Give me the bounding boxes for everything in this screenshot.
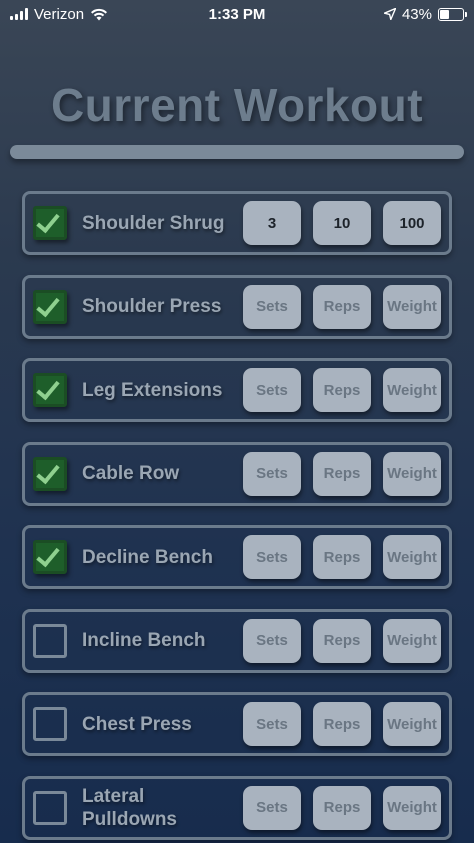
checkmark-icon (36, 375, 60, 401)
exercise-checkbox[interactable] (33, 456, 67, 491)
sets-field[interactable]: Sets (243, 785, 301, 830)
exercise-name: Decline Bench (82, 546, 213, 568)
wifi-icon (91, 8, 108, 20)
exercise-row: Incline Bench Sets Reps Weight (22, 608, 452, 673)
status-bar: Verizon 1:33 PM 43% (0, 0, 474, 28)
exercise-row: Shoulder Shrug 3 10 100 (22, 191, 452, 255)
reps-field[interactable]: Reps (313, 702, 371, 746)
sets-field[interactable]: Sets (243, 284, 301, 329)
exercise-name: Lateral Pulldowns (82, 785, 177, 830)
exercise-checkbox[interactable] (33, 540, 67, 574)
exercise-row: Chest Press Sets Reps Weight (22, 692, 452, 756)
reps-field[interactable]: Reps (313, 618, 371, 663)
exercise-row: Shoulder Press Sets Reps Weight (22, 274, 452, 339)
battery-level (440, 9, 450, 19)
exercise-row: Decline Bench Sets Reps Weight (22, 525, 452, 589)
exercise-name: Shoulder Press (82, 296, 222, 317)
sets-field[interactable]: Sets (243, 535, 301, 579)
reps-field[interactable]: Reps (313, 284, 371, 329)
exercise-row: Lateral Pulldowns Sets Reps Weight (22, 775, 452, 840)
carrier-label: Verizon (34, 5, 85, 23)
exercise-checkbox[interactable] (33, 373, 67, 407)
reps-field[interactable]: 10 (313, 201, 371, 245)
exercise-row: Leg Extensions Sets Reps Weight (22, 358, 452, 422)
exercise-name: Incline Bench (82, 630, 206, 651)
exercise-checkbox[interactable] (33, 206, 67, 240)
exercise-list: Shoulder Shrug 3 10 100 Shoulder Press Sets Re… (22, 191, 452, 843)
exercise-checkbox[interactable] (33, 289, 67, 324)
weight-field[interactable]: Weight (383, 368, 441, 412)
sets-field[interactable]: Sets (243, 368, 301, 412)
weight-field[interactable]: Weight (383, 451, 441, 496)
page-title: Current Workout (50, 79, 424, 131)
exercise-name: Shoulder Shrug (82, 212, 225, 234)
sets-field[interactable]: Sets (243, 702, 301, 746)
exercise-checkbox[interactable] (33, 623, 67, 658)
weight-field[interactable]: Weight (383, 618, 441, 663)
exercise-name: Cable Row (82, 463, 180, 484)
sets-field[interactable]: Sets (243, 451, 301, 496)
weight-field[interactable]: Weight (383, 785, 441, 830)
status-left: Verizon (10, 6, 108, 23)
exercise-checkbox[interactable] (33, 790, 67, 825)
cellular-signal-icon (10, 8, 28, 20)
reps-field[interactable]: Reps (313, 368, 371, 412)
weight-field[interactable]: 100 (383, 201, 441, 245)
exercise-name: Chest Press (82, 713, 192, 735)
reps-field[interactable]: Reps (313, 535, 371, 579)
reps-field[interactable]: Reps (313, 451, 371, 496)
checkmark-icon (36, 542, 60, 568)
exercise-name: Leg Extensions (82, 379, 223, 401)
checkmark-icon (36, 459, 60, 484)
title-divider (10, 145, 464, 159)
location-arrow-icon (383, 8, 396, 20)
exercise-checkbox[interactable] (33, 707, 67, 741)
weight-field[interactable]: Weight (383, 284, 441, 329)
checkmark-icon (36, 208, 60, 234)
weight-field[interactable]: Weight (383, 535, 441, 579)
checkmark-icon (36, 292, 60, 317)
reps-field[interactable]: Reps (313, 785, 371, 830)
exercise-row: Cable Row Sets Reps Weight (22, 441, 452, 506)
sets-field[interactable]: 3 (243, 201, 301, 245)
sets-field[interactable]: Sets (243, 618, 301, 663)
battery-percent: 43% (401, 5, 432, 23)
status-right: 43% (383, 5, 467, 23)
weight-field[interactable]: Weight (383, 702, 441, 746)
battery-icon (438, 7, 467, 21)
